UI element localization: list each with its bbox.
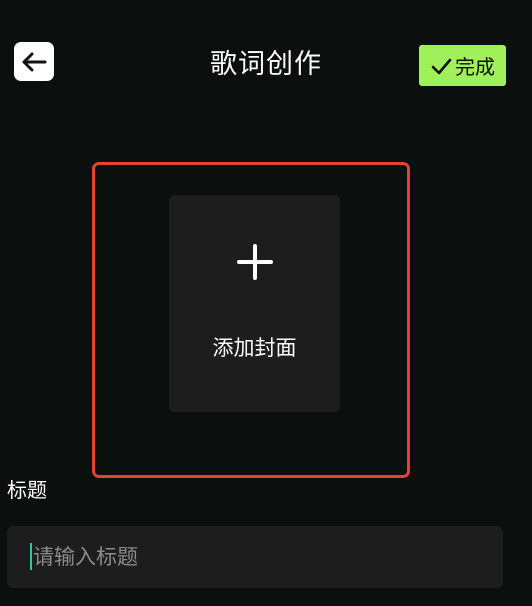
text-caret [30,543,32,570]
plus-icon [237,244,273,280]
title-field-label: 标题 [7,478,47,502]
title-input-container[interactable] [7,526,503,588]
title-input[interactable] [33,526,483,588]
add-cover-label: 添加封面 [212,336,297,360]
done-button-label: 完成 [455,55,495,79]
add-cover-button[interactable]: 添加封面 [169,195,340,412]
done-button[interactable]: 完成 [419,45,506,86]
check-icon [431,58,452,74]
